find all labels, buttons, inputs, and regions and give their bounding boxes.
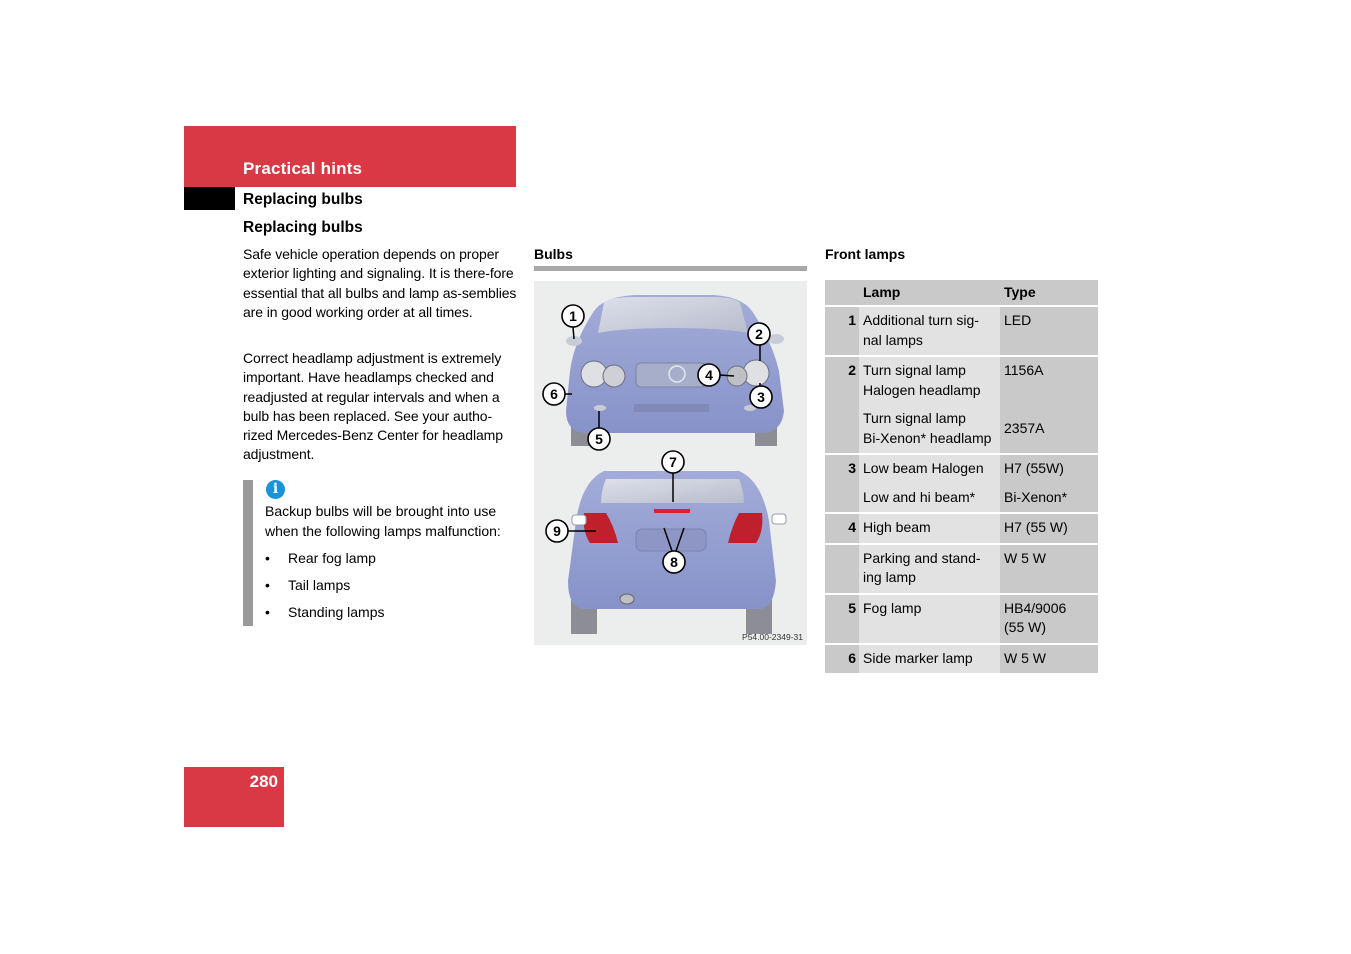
info-note-bar [243, 480, 253, 626]
lamp-name: Turn signal lamp Halogen headlamp [859, 356, 1000, 405]
lamp-name: Low and hi beam* [859, 483, 1000, 514]
figure-code: P54.00-2349-31 [742, 632, 803, 642]
lamp-type: H7 (55 W) [1000, 513, 1098, 545]
section-title: Practical hints [243, 159, 363, 178]
lamp-number [825, 543, 859, 595]
callout-4: 4 [697, 363, 721, 387]
column-header-type: Type [1000, 280, 1098, 307]
column-header-lamp: Lamp [859, 280, 1000, 307]
list-item: • Standing lamps [265, 604, 385, 620]
info-note-text: Backup bulbs will be brought into use wh… [265, 503, 501, 539]
bulbs-heading: Bulbs [534, 246, 573, 262]
lamp-number [825, 483, 859, 514]
front-lamps-heading: Front lamps [825, 246, 906, 262]
lamp-number: 6 [825, 643, 859, 673]
table-row: 3 Low beam Halogen H7 (55W) [825, 454, 1098, 484]
lamp-number: 4 [825, 513, 859, 545]
svg-text:7: 7 [669, 454, 677, 470]
info-note: i Backup bulbs will be brought into use … [243, 480, 523, 626]
lamp-type: HB4/9006 (55 W) [1000, 593, 1098, 645]
subsection-title: Replacing bulbs [243, 191, 363, 208]
subsection-marker [184, 187, 235, 210]
lamp-name: Parking and stand- ing lamp [859, 543, 1000, 595]
lamp-type: H7 (55W) [1000, 454, 1098, 484]
callout-7: 7 [661, 450, 685, 474]
callout-9: 9 [545, 519, 569, 543]
callout-1: 1 [561, 304, 585, 328]
table-row: Turn signal lamp Bi-Xenon* headlamp 2357A [825, 405, 1098, 455]
heading-rule [534, 266, 807, 271]
lamp-number [825, 405, 859, 455]
lamp-name: Fog lamp [859, 593, 1000, 645]
lamp-type: W 5 W [1000, 643, 1098, 673]
svg-text:8: 8 [670, 554, 678, 570]
table-row: Parking and stand- ing lamp W 5 W [825, 543, 1098, 595]
lamp-number: 3 [825, 454, 859, 484]
lamp-type: LED [1000, 306, 1098, 357]
svg-text:5: 5 [595, 431, 603, 447]
page-number: 280 [249, 772, 278, 791]
info-note-list: • Rear fog lamp • Tail lamps • Standing lam… [265, 548, 385, 629]
bullet-icon: • [265, 604, 270, 620]
front-lamps-table: Lamp Type 1 Additional turn sig- nal lamp… [825, 280, 1098, 673]
svg-text:4: 4 [705, 367, 713, 383]
table-row: 2 Turn signal lamp Halogen headlamp 1156A [825, 356, 1098, 405]
bullet-icon: • [265, 577, 270, 593]
lamp-name: Low beam Halogen [859, 454, 1000, 484]
page-number-box: 280 [184, 767, 284, 827]
lamp-number: 1 [825, 306, 859, 357]
intro-paragraph-1: Safe vehicle operation depends on proper… [243, 246, 517, 320]
table-row: 5 Fog lamp HB4/9006 (55 W) [825, 593, 1098, 645]
svg-text:1: 1 [569, 308, 577, 324]
callout-6: 6 [542, 382, 566, 406]
lamp-number: 2 [825, 356, 859, 405]
callout-3: 3 [749, 385, 773, 409]
svg-text:2: 2 [755, 326, 763, 342]
lamp-type: 2357A [1000, 405, 1098, 455]
table-row: 6 Side marker lamp W 5 W [825, 643, 1098, 673]
callout-2: 2 [747, 322, 771, 346]
lamp-name: Additional turn sig- nal lamps [859, 306, 1000, 357]
callout-5: 5 [587, 427, 611, 451]
svg-text:9: 9 [553, 523, 561, 539]
page-title: Replacing bulbs [243, 219, 363, 236]
lamp-name: Turn signal lamp Bi-Xenon* headlamp [859, 405, 1000, 455]
table-row: 1 Additional turn sig- nal lamps LED [825, 306, 1098, 357]
car-illustration: 1 2 3 4 5 6 7 8 9 [542, 295, 787, 634]
lamp-type: 1156A [1000, 356, 1098, 405]
lamp-type: Bi-Xenon* [1000, 483, 1098, 514]
column-header-number [825, 280, 859, 307]
intro-paragraph-2: Correct headlamp adjustment is extremely… [243, 350, 503, 463]
list-item: • Rear fog lamp [265, 550, 376, 566]
table-header-row: Lamp Type [825, 280, 1098, 307]
bullet-icon: • [265, 550, 270, 566]
lamp-number: 5 [825, 593, 859, 645]
svg-text:3: 3 [757, 389, 765, 405]
table-row: 4 High beam H7 (55 W) [825, 513, 1098, 545]
list-item: • Tail lamps [265, 577, 351, 593]
lamp-name: Side marker lamp [859, 643, 1000, 673]
info-icon: i [266, 480, 285, 499]
callout-8: 8 [662, 550, 686, 574]
table-row: Low and hi beam* Bi-Xenon* [825, 483, 1098, 514]
lamp-name: High beam [859, 513, 1000, 545]
car-lamps-figure: 1 2 3 4 5 6 7 8 9 P54.00-2349-31 [534, 281, 807, 645]
lamp-type: W 5 W [1000, 543, 1098, 595]
svg-text:6: 6 [550, 386, 558, 402]
